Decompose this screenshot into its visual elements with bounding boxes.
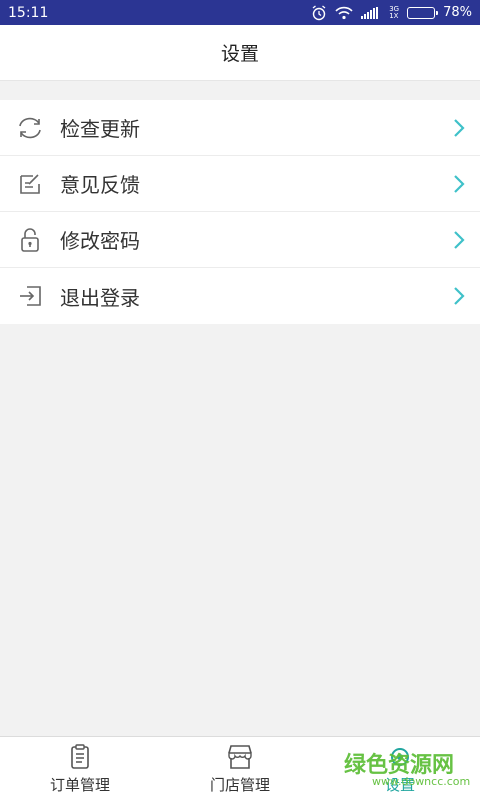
settings-menu: 检查更新 意见反馈 修改密码 退出登录 <box>0 100 480 324</box>
logout-icon <box>16 282 44 310</box>
signal-icon <box>361 6 381 19</box>
battery-icon <box>407 6 439 19</box>
chevron-right-icon <box>454 231 465 249</box>
wifi-icon <box>335 6 353 20</box>
chevron-right-icon <box>454 119 465 137</box>
chevron-right-icon <box>454 175 465 193</box>
alarm-icon <box>311 4 327 21</box>
menu-item-label: 检查更新 <box>60 117 140 141</box>
menu-item-label: 意见反馈 <box>60 173 140 197</box>
page-title: 设置 <box>220 43 259 65</box>
battery-percent: 78% <box>443 5 472 20</box>
watermark-sub: www.downcc.com <box>372 775 471 788</box>
status-time: 15:11 <box>8 4 49 21</box>
lock-icon <box>16 226 44 254</box>
nav-label: 订单管理 <box>49 776 110 794</box>
app-header: 设置 <box>0 25 480 81</box>
menu-item-change-password[interactable]: 修改密码 <box>0 212 480 268</box>
nav-label: 门店管理 <box>209 776 270 794</box>
network-type: 3G 1X <box>389 4 400 20</box>
menu-item-logout[interactable]: 退出登录 <box>0 268 480 324</box>
status-bar: 15:11 3G 1X 78% <box>0 0 480 25</box>
chevron-right-icon <box>454 287 465 305</box>
menu-item-label: 修改密码 <box>60 229 140 253</box>
store-icon <box>228 745 252 769</box>
feedback-edit-icon <box>16 170 44 198</box>
menu-item-feedback[interactable]: 意见反馈 <box>0 156 480 212</box>
clipboard-icon <box>71 744 89 769</box>
nav-item-stores[interactable]: 门店管理 <box>160 737 320 800</box>
status-icons: 3G 1X 78% <box>311 4 472 21</box>
watermark: 绿色资源网 www.downcc.com <box>344 747 470 788</box>
nav-item-orders[interactable]: 订单管理 <box>0 737 160 800</box>
menu-item-label: 退出登录 <box>60 285 140 310</box>
menu-item-check-update[interactable]: 检查更新 <box>0 100 480 156</box>
refresh-icon <box>16 114 44 142</box>
